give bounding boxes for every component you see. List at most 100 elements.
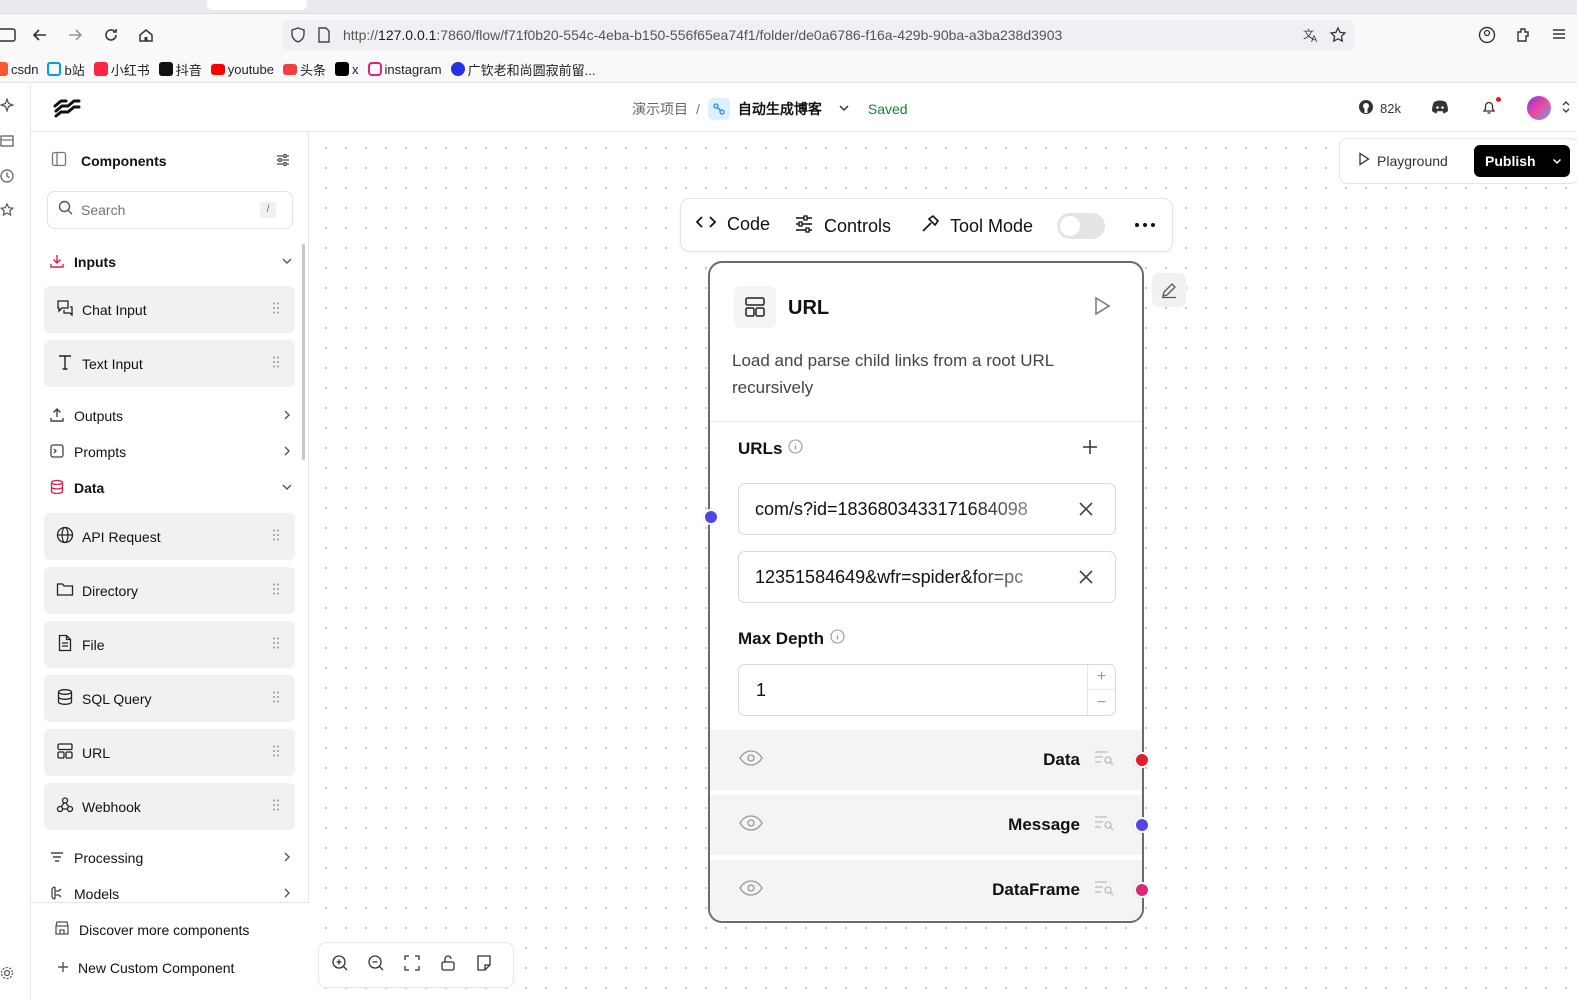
eye-icon[interactable] xyxy=(739,750,763,771)
url-text[interactable]: http://127.0.0.1:7860/flow/f71f0b20-554c… xyxy=(343,27,1062,43)
component-url[interactable]: URL xyxy=(44,729,295,776)
eye-icon[interactable] xyxy=(739,880,763,901)
discord-icon[interactable] xyxy=(1431,100,1449,117)
close-icon[interactable] xyxy=(1077,568,1095,591)
bookmark-baidu[interactable]: 广钦老和尚圆寂前留... xyxy=(450,60,595,79)
bookmark-x[interactable]: x xyxy=(335,62,359,77)
back-button[interactable] xyxy=(27,22,53,48)
bookmark-douyin[interactable]: 抖音 xyxy=(158,60,202,79)
drag-handle-icon[interactable] xyxy=(273,799,279,811)
drag-handle-icon[interactable] xyxy=(273,583,279,595)
max-depth-input[interactable]: 1 + − xyxy=(738,664,1116,716)
output-handle-dataframe[interactable] xyxy=(1134,882,1150,898)
flow-canvas[interactable]: Playground Publish Code Controls Tool Mo… xyxy=(310,132,1577,999)
translate-icon[interactable]: 文A xyxy=(1302,26,1320,49)
address-bar[interactable]: http://127.0.0.1:7860/flow/f71f0b20-554c… xyxy=(282,20,1354,50)
sidebar-scrollbar[interactable] xyxy=(302,244,305,460)
node-title[interactable]: URL xyxy=(788,297,829,320)
tool-mode-toggle[interactable] xyxy=(1057,213,1105,239)
user-avatar[interactable] xyxy=(1527,96,1551,120)
category-inputs[interactable]: Inputs xyxy=(49,250,293,274)
chevron-updown-icon[interactable] xyxy=(1561,100,1571,117)
search-input[interactable] xyxy=(81,202,251,218)
category-processing[interactable]: Processing xyxy=(49,846,293,870)
bookmark-bilibili[interactable]: b站 xyxy=(47,60,85,79)
info-icon[interactable] xyxy=(830,629,845,649)
sidebar-panel-icon[interactable] xyxy=(51,151,67,172)
bookmark-star-icon[interactable] xyxy=(1329,26,1347,49)
max-depth-value[interactable]: 1 xyxy=(756,680,766,701)
bookmark-toutiao[interactable]: 头条 xyxy=(283,60,326,79)
component-text-input[interactable]: Text Input xyxy=(44,340,295,387)
flow-name[interactable]: 自动生成博客 xyxy=(738,99,822,119)
close-icon[interactable] xyxy=(1077,500,1095,523)
settings-gear-icon[interactable] xyxy=(0,966,16,982)
shield-icon[interactable] xyxy=(290,27,306,48)
drag-handle-icon[interactable] xyxy=(273,356,279,368)
decrement-button[interactable]: − xyxy=(1088,690,1115,715)
clock-icon[interactable] xyxy=(0,169,16,185)
component-sql-query[interactable]: SQL Query xyxy=(44,675,295,722)
browser-active-tab[interactable] xyxy=(207,0,307,10)
drag-handle-icon[interactable] xyxy=(273,529,279,541)
publish-button[interactable]: Publish xyxy=(1474,145,1570,177)
input-handle-urls[interactable] xyxy=(703,509,719,525)
tool-mode-button[interactable]: Tool Mode xyxy=(920,214,1033,239)
page-icon[interactable] xyxy=(317,27,331,48)
extensions-icon[interactable] xyxy=(1514,26,1532,49)
category-prompts[interactable]: Prompts xyxy=(49,440,293,464)
url-input-1[interactable]: com/s?id=1836803433171684098 xyxy=(738,483,1116,535)
zoom-out-icon[interactable] xyxy=(367,954,385,977)
chevron-down-icon[interactable] xyxy=(838,101,850,117)
output-handle-message[interactable] xyxy=(1134,817,1150,833)
edit-pencil-icon[interactable] xyxy=(1152,273,1186,307)
playground-button[interactable]: Playground xyxy=(1358,152,1448,169)
more-options-icon[interactable] xyxy=(1135,223,1155,227)
url-value[interactable]: com/s?id=1836803433171684098 xyxy=(755,499,1059,520)
drag-handle-icon[interactable] xyxy=(273,302,279,314)
new-custom-component-button[interactable]: New Custom Component xyxy=(57,960,234,976)
controls-button[interactable]: Controls xyxy=(794,214,891,239)
filter-settings-icon[interactable] xyxy=(275,152,291,173)
forward-button[interactable] xyxy=(62,22,88,48)
code-button[interactable]: Code xyxy=(695,214,770,235)
sidebar-toggle-icon[interactable] xyxy=(0,22,20,48)
langflow-logo[interactable] xyxy=(53,96,81,125)
inspect-output-icon[interactable] xyxy=(1094,880,1114,901)
run-component-icon[interactable] xyxy=(1093,296,1111,321)
inspect-output-icon[interactable] xyxy=(1094,815,1114,836)
component-webhook[interactable]: Webhook xyxy=(44,783,295,830)
account-icon[interactable] xyxy=(1478,26,1496,49)
component-directory[interactable]: Directory xyxy=(44,567,295,614)
url-input-2[interactable]: 12351584649&wfr=spider&for=pc xyxy=(738,551,1116,603)
menu-icon[interactable] xyxy=(1551,26,1567,47)
url-value[interactable]: 12351584649&wfr=spider&for=pc xyxy=(755,567,1059,588)
component-search[interactable]: / xyxy=(47,191,293,229)
project-name[interactable]: 演示项目 xyxy=(632,99,688,119)
zoom-in-icon[interactable] xyxy=(331,954,349,977)
url-component-node[interactable]: URL Load and parse child links from a ro… xyxy=(708,261,1144,923)
sparkle-icon[interactable] xyxy=(0,97,16,114)
increment-button[interactable]: + xyxy=(1088,665,1115,690)
sticky-note-icon[interactable] xyxy=(475,954,493,977)
bookmark-instagram[interactable]: instagram xyxy=(367,62,442,77)
component-file[interactable]: File xyxy=(44,621,295,668)
lock-open-icon[interactable] xyxy=(439,954,457,977)
output-handle-data[interactable] xyxy=(1134,752,1150,768)
add-url-plus-icon[interactable] xyxy=(1081,438,1099,461)
component-api-request[interactable]: API Request xyxy=(44,513,295,560)
home-button[interactable] xyxy=(133,22,159,48)
drag-handle-icon[interactable] xyxy=(273,691,279,703)
category-outputs[interactable]: Outputs xyxy=(49,404,293,428)
history-panel-icon[interactable] xyxy=(0,134,16,150)
notifications-bell-icon[interactable] xyxy=(1481,96,1501,118)
bookmark-youtube[interactable]: youtube xyxy=(210,62,274,77)
category-data[interactable]: Data xyxy=(49,476,293,500)
drag-handle-icon[interactable] xyxy=(273,637,279,649)
discover-components-link[interactable]: Discover more components xyxy=(54,920,249,939)
reload-button[interactable] xyxy=(98,22,124,48)
github-link[interactable]: 82k xyxy=(1358,99,1401,118)
eye-icon[interactable] xyxy=(739,815,763,836)
fit-view-icon[interactable] xyxy=(403,954,421,977)
component-chat-input[interactable]: Chat Input xyxy=(44,286,295,333)
